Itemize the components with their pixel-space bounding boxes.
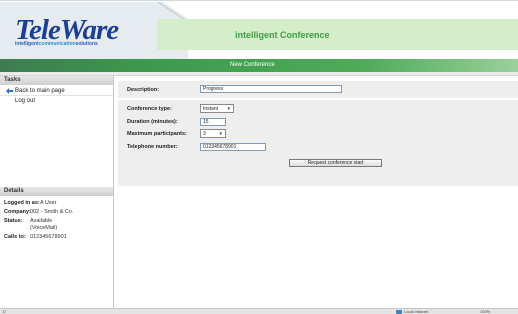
detail-value: 012345678901 xyxy=(30,234,67,240)
intranet-zone-icon xyxy=(396,310,402,314)
detail-label: Calls to: xyxy=(4,234,26,240)
max-participants-select[interactable]: 3 ▾ xyxy=(200,129,226,138)
conference-type-select[interactable]: Instant ▾ xyxy=(200,104,234,113)
status-text: D xyxy=(3,309,6,314)
chevron-down-icon: ▾ xyxy=(219,131,222,137)
page-title: New Conference xyxy=(230,62,275,68)
conference-type-value: Instant xyxy=(203,106,219,112)
request-conference-start-button[interactable]: Request conference start xyxy=(289,159,382,167)
detail-value: Available xyxy=(30,218,53,224)
sidebar: Tasks Back to main page Log out Details … xyxy=(0,76,114,308)
tasks-heading: Tasks xyxy=(0,76,113,85)
app-header: TeleWare intelligentcommunicationsolutio… xyxy=(0,0,518,60)
main-content: Description: Progress Conference type: I… xyxy=(115,76,518,308)
chevron-down-icon: ▾ xyxy=(227,106,230,112)
detail-value-secondary: (VoiceMail) xyxy=(30,225,58,231)
security-zone-text: Local intranet xyxy=(404,309,429,314)
max-participants-label: Maximum participants: xyxy=(127,131,187,137)
duration-label: Duration (minutes): xyxy=(127,119,178,125)
detail-label: Logged in as: xyxy=(4,200,40,206)
max-participants-value: 3 xyxy=(203,131,206,137)
app-title: intelligent Conference xyxy=(235,30,330,40)
sidebar-item-back-to-main-page[interactable]: Back to main page xyxy=(0,87,113,96)
browser-status-bar: D Local intranet 100% xyxy=(0,308,518,314)
duration-input[interactable]: 15 xyxy=(200,118,226,126)
telephone-label: Telephone number: xyxy=(127,144,178,150)
description-label: Description: xyxy=(127,87,160,93)
logo-tagline: intelligentcommunicationsolutions xyxy=(15,41,98,47)
detail-label: Status: xyxy=(4,218,23,224)
zoom-level[interactable]: 100% xyxy=(480,309,490,314)
description-panel: Description: Progress xyxy=(118,81,518,98)
conference-type-label: Conference type: xyxy=(127,106,172,112)
sidebar-item-log-out[interactable]: Log out xyxy=(0,97,113,106)
details-heading: Details xyxy=(0,187,113,196)
back-arrow-icon xyxy=(6,88,13,94)
title-banner xyxy=(157,19,518,50)
detail-value: A User xyxy=(40,200,57,206)
conference-form-panel: Conference type: Instant ▾ Duration (min… xyxy=(118,100,518,186)
telephone-input[interactable]: 012345678901 xyxy=(200,143,266,151)
sidebar-item-label: Log out xyxy=(15,98,36,104)
detail-value: 002 - Smith & Co. xyxy=(30,209,74,215)
detail-label: Company: xyxy=(4,209,31,215)
description-input[interactable]: Progress xyxy=(200,85,342,93)
sidebar-item-label: Back to main page xyxy=(15,88,65,94)
